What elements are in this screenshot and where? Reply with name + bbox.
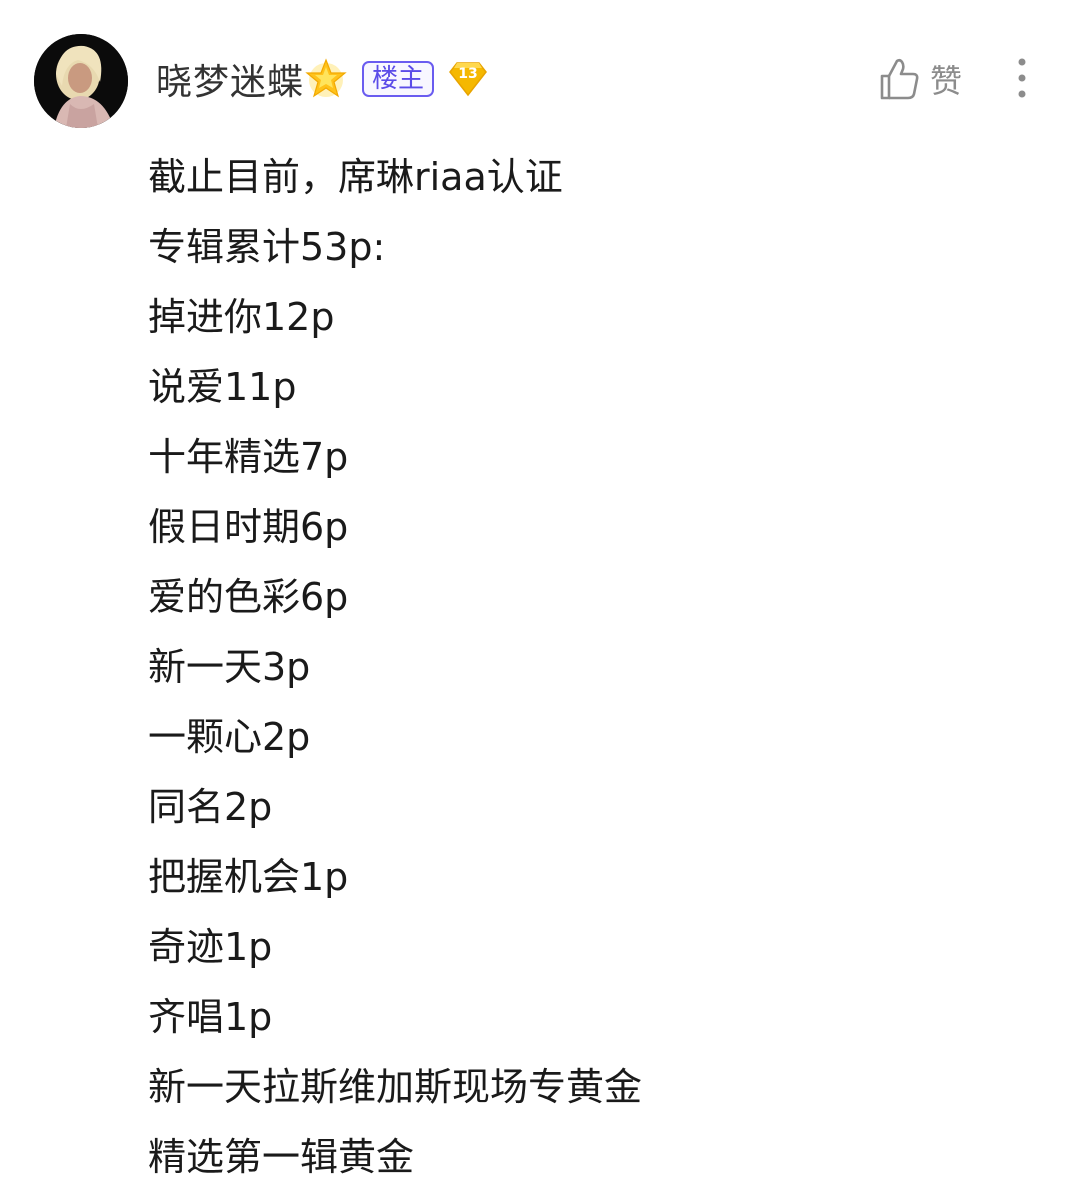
post-header: 晓梦迷蝶 楼主 13 赞 bbox=[0, 0, 1080, 150]
post-line: 新一天3p bbox=[148, 645, 311, 689]
level-badge: 13 bbox=[448, 59, 488, 99]
post-line: 掉进你12p bbox=[148, 295, 335, 339]
user-info: 晓梦迷蝶 楼主 13 bbox=[156, 52, 488, 106]
post-line: 假日时期6p bbox=[148, 505, 349, 549]
post-line: 说爱11p bbox=[148, 365, 297, 409]
thumbs-up-icon bbox=[880, 58, 919, 100]
post-line: 一颗心2p bbox=[148, 715, 311, 759]
post-line: 齐唱1p bbox=[148, 995, 273, 1039]
post-line: 新一天拉斯维加斯现场专黄金 bbox=[148, 1065, 643, 1109]
avatar-photo bbox=[34, 34, 128, 128]
level-number: 13 bbox=[458, 66, 478, 82]
post-line: 把握机会1p bbox=[148, 855, 349, 899]
post-line: 专辑累计53p: bbox=[148, 225, 386, 269]
star-icon bbox=[304, 57, 348, 101]
post-line: 奇迹1p bbox=[148, 925, 273, 969]
post-line: 爱的色彩6p bbox=[148, 575, 349, 619]
post-content: 截止目前，席琳riaa认证 专辑累计53p: 掉进你12p 说爱11p 十年精选… bbox=[148, 142, 1048, 1192]
user-avatar[interactable] bbox=[34, 34, 128, 128]
post-line: 十年精选7p bbox=[148, 435, 349, 479]
like-label: 赞 bbox=[930, 62, 963, 100]
post-line: 截止目前，席琳riaa认证 bbox=[148, 155, 563, 199]
more-vertical-icon[interactable] bbox=[1004, 56, 1040, 100]
like-button[interactable]: 赞 bbox=[878, 54, 962, 104]
username[interactable]: 晓梦迷蝶 bbox=[156, 53, 304, 105]
op-badge: 楼主 bbox=[362, 61, 435, 97]
post-line: 精选第一辑黄金 bbox=[148, 1135, 415, 1179]
post-line: 同名2p bbox=[148, 785, 273, 829]
